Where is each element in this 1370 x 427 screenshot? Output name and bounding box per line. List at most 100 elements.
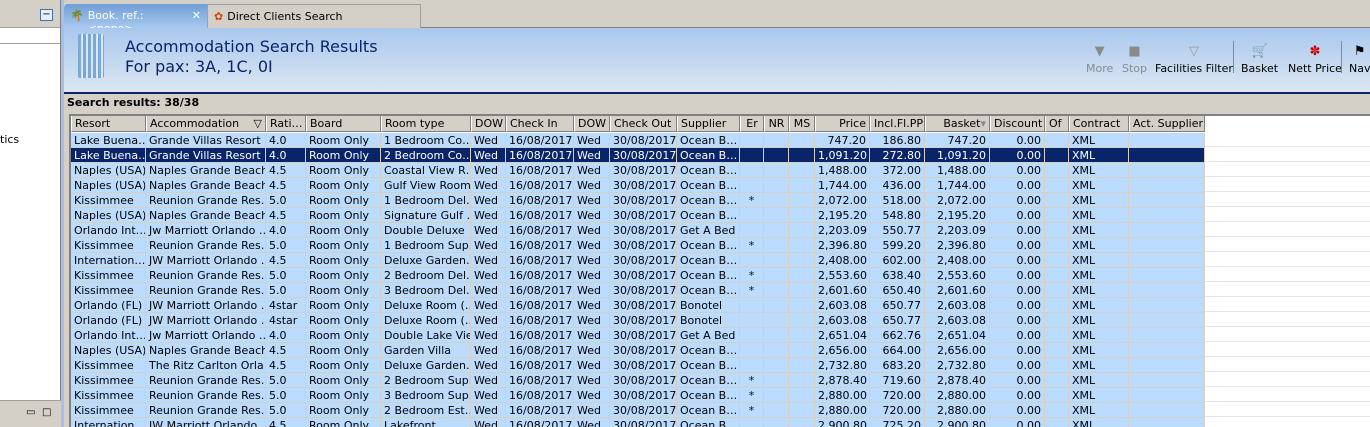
cell-dow-out: Wed <box>574 343 610 358</box>
column-header-discount[interactable]: Discount <box>990 116 1045 132</box>
cell-accommodation: Naples Grande Beach… <box>146 178 266 193</box>
cell-discount: 0.00 <box>990 403 1045 418</box>
cell-accommodation: Reunion Grande Res… <box>146 373 266 388</box>
column-header-incl-fl-pp[interactable]: Incl.Fl.PP <box>870 116 925 132</box>
basket-button[interactable]: 🛒 Basket <box>1241 42 1278 75</box>
cell-dow-out: Wed <box>574 133 610 148</box>
tab-booking[interactable]: 🌴 Book. ref.: <none> ✕ <box>64 4 207 35</box>
cell-incl-fl-pp: 650.40 <box>870 283 925 298</box>
cell-basket: 2,900.80 <box>925 418 990 427</box>
minimize-view-icon[interactable]: ▭ <box>26 407 35 418</box>
nav-label: Nav <box>1349 62 1370 75</box>
cell-price: 747.20 <box>815 133 870 148</box>
column-header-resort[interactable]: Resort <box>71 116 146 132</box>
cell-contract: XML <box>1069 178 1129 193</box>
cell-of <box>1045 388 1069 403</box>
column-header-check-in[interactable]: Check In <box>506 116 574 132</box>
cell-accommodation: JW Marriott Orlando … <box>146 298 266 313</box>
cell-supplier: Ocean B… <box>677 178 740 193</box>
cell-nr <box>764 268 789 283</box>
cell-supplier: Ocean B… <box>677 283 740 298</box>
cell-price: 2,603.08 <box>815 313 870 328</box>
cell-board: Room Only <box>306 253 381 268</box>
left-panel-item[interactable]: tics <box>0 133 19 146</box>
cell-nr <box>764 178 789 193</box>
cart-icon: 🛒 <box>1251 44 1268 59</box>
cell-check-in: 16/08/2017 <box>506 163 574 178</box>
column-header-contract[interactable]: Contract <box>1069 116 1129 132</box>
minimize-icon[interactable]: − <box>40 9 53 21</box>
maximize-view-icon[interactable]: □ <box>42 407 51 418</box>
column-header-accommodation[interactable]: Accommodation ▽ <box>146 116 266 132</box>
cell-contract: XML <box>1069 388 1129 403</box>
nett-price-button[interactable]: ✽ Nett Price <box>1288 42 1342 75</box>
cell-act-supplier <box>1129 328 1205 343</box>
cell-resort: Internation… <box>71 418 146 427</box>
cell-room-type: Deluxe Room (… <box>381 313 471 328</box>
column-header-of[interactable]: Of <box>1045 116 1069 132</box>
cell-resort: Kissimmee <box>71 388 146 403</box>
cell-board: Room Only <box>306 373 381 388</box>
stop-button[interactable]: ■ Stop <box>1122 42 1147 75</box>
facilities-filter-button[interactable]: ▽ Facilities Filter <box>1155 42 1233 75</box>
cell-contract: XML <box>1069 358 1129 373</box>
cell-price: 2,203.09 <box>815 223 870 238</box>
cell-supplier: Ocean B… <box>677 418 740 427</box>
column-header-basket[interactable]: Basket▾ <box>925 116 990 132</box>
left-panel-footer: ▭ □ <box>0 400 61 427</box>
cell-board: Room Only <box>306 148 381 163</box>
cell-dow-in: Wed <box>471 388 506 403</box>
cell-contract: XML <box>1069 283 1129 298</box>
cell-price: 2,900.80 <box>815 418 870 427</box>
cell-act-supplier <box>1129 358 1205 373</box>
column-header-supplier[interactable]: Supplier <box>677 116 740 132</box>
column-header-board[interactable]: Board <box>306 116 381 132</box>
filter-icon[interactable]: ▽ <box>254 116 262 131</box>
cell-ms <box>789 298 815 313</box>
cell-dow-out: Wed <box>574 313 610 328</box>
cell-supplier: Bonotel <box>677 298 740 313</box>
more-button[interactable]: ▼ More <box>1086 42 1113 75</box>
cell-resort: Kissimmee <box>71 283 146 298</box>
cell-er: * <box>740 403 764 418</box>
column-header-rating[interactable]: Rati… <box>266 116 306 132</box>
column-header-dow-in[interactable]: DOW <box>471 116 506 132</box>
cell-of <box>1045 358 1069 373</box>
cell-check-in: 16/08/2017 <box>506 298 574 313</box>
cell-supplier: Ocean B… <box>677 403 740 418</box>
cell-of <box>1045 148 1069 163</box>
nav-button[interactable]: ⚑ Nav <box>1349 42 1370 75</box>
column-header-nr[interactable]: NR <box>764 116 789 132</box>
column-header-price[interactable]: Price <box>815 116 870 132</box>
cell-supplier: Ocean B… <box>677 238 740 253</box>
cell-supplier: Ocean B… <box>677 208 740 223</box>
cell-act-supplier <box>1129 418 1205 427</box>
cell-check-in: 16/08/2017 <box>506 343 574 358</box>
cell-discount: 0.00 <box>990 208 1045 223</box>
cell-supplier: Ocean B… <box>677 148 740 163</box>
tab-label: Direct Clients Search <box>227 10 343 23</box>
column-header-ms[interactable]: MS <box>789 116 815 132</box>
column-header-check-out[interactable]: Check Out <box>610 116 677 132</box>
cell-price: 2,553.60 <box>815 268 870 283</box>
cell-of <box>1045 133 1069 148</box>
cell-dow-in: Wed <box>471 283 506 298</box>
cell-rating: 5.0 <box>266 388 306 403</box>
cell-dow-in: Wed <box>471 223 506 238</box>
cell-room-type: Garden Villa <box>381 343 471 358</box>
cell-discount: 0.00 <box>990 268 1045 283</box>
cell-room-type: Deluxe Garden… <box>381 253 471 268</box>
cell-rating: 4.5 <box>266 178 306 193</box>
cell-of <box>1045 418 1069 427</box>
close-icon[interactable]: ✕ <box>192 9 201 28</box>
cell-discount: 0.00 <box>990 358 1045 373</box>
cell-check-in: 16/08/2017 <box>506 223 574 238</box>
cell-resort: Naples (USA) <box>71 343 146 358</box>
cell-er: * <box>740 283 764 298</box>
cell-incl-fl-pp: 650.77 <box>870 298 925 313</box>
tab-direct-clients-search[interactable]: ✿ Direct Clients Search <box>207 4 421 28</box>
column-header-dow-out[interactable]: DOW <box>574 116 610 132</box>
column-header-act-supplier[interactable]: Act. Supplier <box>1129 116 1205 132</box>
column-header-er[interactable]: Er <box>740 116 764 132</box>
column-header-room-type[interactable]: Room type <box>381 116 471 132</box>
